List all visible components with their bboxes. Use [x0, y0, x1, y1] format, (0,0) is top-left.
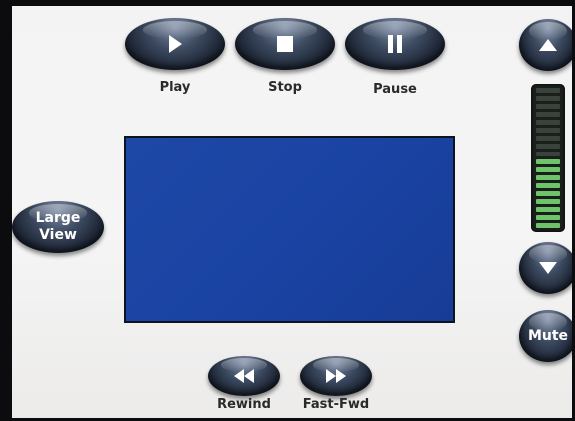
- rewind-icon: [234, 369, 254, 383]
- volume-meter-segment: [536, 111, 560, 117]
- volume-meter-segment: [536, 222, 560, 228]
- stop-button[interactable]: [235, 18, 335, 70]
- volume-meter-segment: [536, 103, 560, 109]
- stop-label: Stop: [268, 80, 302, 95]
- play-icon: [169, 35, 182, 53]
- volume-meter: [531, 84, 565, 232]
- fast-forward-button[interactable]: [300, 356, 372, 396]
- play-button[interactable]: [125, 18, 225, 70]
- volume-meter-segment: [536, 88, 560, 93]
- volume-meter-segment: [536, 95, 560, 101]
- stop-icon: [277, 36, 293, 52]
- rewind-button[interactable]: [208, 356, 280, 396]
- triangle-down-icon: [539, 262, 557, 274]
- volume-meter-segment: [536, 215, 560, 220]
- mute-button[interactable]: Mute: [519, 310, 572, 362]
- fast-forward-icon: [326, 369, 346, 383]
- pause-button[interactable]: [345, 18, 445, 70]
- volume-meter-segment: [536, 119, 560, 125]
- volume-meter-segment: [536, 183, 560, 189]
- volume-down-button[interactable]: [519, 242, 572, 294]
- volume-meter-segment: [536, 151, 560, 157]
- volume-meter-segment: [536, 127, 560, 133]
- fast-forward-label: Fast-Fwd: [302, 397, 370, 412]
- rewind-label: Rewind: [217, 397, 271, 412]
- triangle-up-icon: [539, 39, 557, 51]
- volume-up-button[interactable]: [519, 19, 572, 71]
- volume-meter-segment: [536, 207, 560, 212]
- touch-panel-screen: Play Stop Pause Mute Large View Rewind F…: [12, 6, 572, 418]
- volume-meter-segment: [536, 199, 560, 205]
- play-label: Play: [159, 80, 191, 95]
- volume-meter-segment: [536, 135, 560, 141]
- pause-label: Pause: [373, 82, 417, 97]
- volume-meter-segment: [536, 167, 560, 173]
- video-preview-area[interactable]: [124, 136, 455, 323]
- pause-icon: [388, 35, 402, 53]
- volume-meter-segment: [536, 159, 560, 165]
- volume-meter-segment: [536, 191, 560, 197]
- volume-meter-segment: [536, 175, 560, 181]
- large-view-label-line1: Large: [35, 210, 81, 226]
- mute-label: Mute: [527, 327, 569, 344]
- large-view-button[interactable]: Large View: [12, 201, 104, 253]
- volume-meter-segment: [536, 143, 560, 149]
- large-view-label-line2: View: [39, 227, 77, 243]
